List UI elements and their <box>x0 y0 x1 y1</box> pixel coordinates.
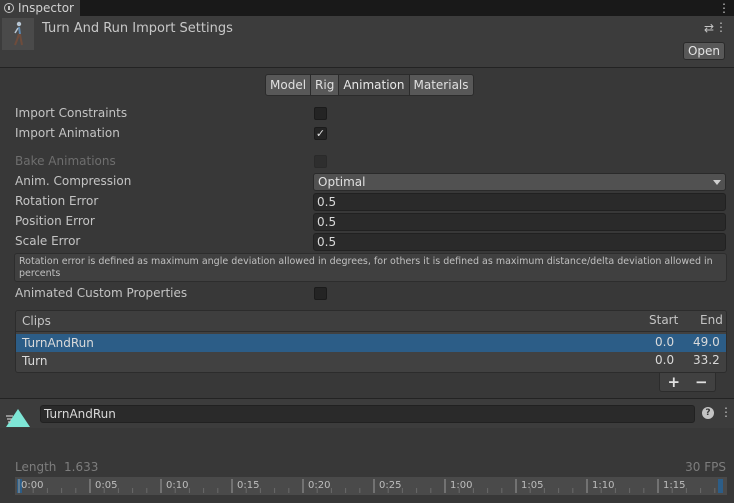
help-icon[interactable]: ? <box>702 407 714 419</box>
kebab-icon[interactable]: ⋮ <box>718 1 730 15</box>
inspector-tab[interactable]: Inspector <box>0 0 80 16</box>
chevron-down-icon <box>713 180 721 185</box>
timeline-label: 0:00 <box>21 480 44 491</box>
animation-clip-icon <box>5 407 31 432</box>
page-title: Turn And Run Import Settings <box>42 21 233 36</box>
import-constraints-label: Import Constraints <box>15 106 128 120</box>
clip-end: 33.2 <box>693 353 720 367</box>
import-constraints-row: Import Constraints <box>15 105 727 123</box>
clips-list: Clips Start End TurnAndRun 0.0 49.0 Turn… <box>15 310 727 373</box>
clip-row[interactable]: TurnAndRun 0.0 49.0 <box>16 334 726 352</box>
tab-animation[interactable]: Animation <box>338 74 410 96</box>
timeline-label: 0:20 <box>308 480 331 491</box>
animated-custom-properties-label: Animated Custom Properties <box>15 286 188 300</box>
remove-clip-button[interactable]: − <box>695 373 708 391</box>
inspector-header: Turn And Run Import Settings ⇄ ⋮ Open <box>0 16 734 68</box>
timeline-label: 1:00 <box>450 480 473 491</box>
clip-start: 0.0 <box>655 353 675 367</box>
clip-editor-header: TurnAndRun ? ⋮ <box>0 398 734 428</box>
import-animation-label: Import Animation <box>15 126 120 140</box>
rotation-error-row: Rotation Error 0.5 <box>15 193 727 211</box>
import-animation-checkbox[interactable]: ✓ <box>314 127 327 140</box>
anim-compression-label: Anim. Compression <box>15 174 132 188</box>
timeline-ruler[interactable]: 0:00 0:05 0:10 0:15 0:20 0:25 1:00 1:05 … <box>15 477 727 495</box>
bake-animations-checkbox <box>314 155 327 168</box>
add-clip-button[interactable]: + <box>667 373 680 391</box>
position-error-field[interactable]: 0.5 <box>313 213 726 231</box>
tab-materials[interactable]: Materials <box>408 74 474 96</box>
import-constraints-checkbox[interactable] <box>314 107 327 120</box>
animated-custom-properties-checkbox[interactable] <box>314 287 327 300</box>
length-row: Length 1.633 30 FPS <box>15 459 727 475</box>
character-figure-icon <box>14 21 23 46</box>
kebab-icon[interactable]: ⋮ <box>715 20 727 34</box>
fps-label: 30 FPS <box>685 460 726 474</box>
clips-header-start: Start <box>649 313 679 327</box>
timeline-label: 1:10 <box>592 480 615 491</box>
rotation-error-label: Rotation Error <box>15 194 99 208</box>
bake-animations-label: Bake Animations <box>15 154 116 168</box>
clip-name: TurnAndRun <box>22 336 94 350</box>
position-error-row: Position Error 0.5 <box>15 213 727 231</box>
timeline-label: 1:05 <box>521 480 544 491</box>
scale-error-row: Scale Error 0.5 <box>15 233 727 251</box>
import-tabs: Model Rig Animation Materials <box>265 74 474 96</box>
clip-name: Turn <box>22 354 48 368</box>
length-label: Length <box>15 460 57 474</box>
clip-end: 49.0 <box>693 335 720 349</box>
clip-row[interactable]: Turn 0.0 33.2 <box>16 352 726 370</box>
anim-compression-dropdown[interactable]: Optimal <box>313 173 726 191</box>
anim-compression-row: Anim. Compression Optimal <box>15 173 727 191</box>
timeline-ticks <box>15 477 727 495</box>
length-value: 1.633 <box>64 460 99 474</box>
clips-footer: + − <box>659 373 716 392</box>
clips-header-name: Clips <box>22 314 51 328</box>
tab-title: Inspector <box>18 1 74 15</box>
timeline-label: 0:05 <box>95 480 118 491</box>
bake-animations-row: Bake Animations <box>15 153 727 171</box>
timeline-end-marker[interactable] <box>718 479 723 493</box>
clips-header: Clips Start End <box>16 311 726 332</box>
scale-error-label: Scale Error <box>15 234 81 248</box>
window-tabstrip: Inspector ⋮ <box>0 0 734 16</box>
import-animation-row: Import Animation ✓ <box>15 125 727 143</box>
timeline-label: 0:15 <box>237 480 260 491</box>
info-icon <box>4 3 14 13</box>
timeline-label: 1:15 <box>663 480 686 491</box>
model-thumbnail <box>2 18 34 50</box>
clips-header-end: End <box>700 313 723 327</box>
timeline-label: 0:25 <box>379 480 402 491</box>
open-button[interactable]: Open <box>683 42 725 60</box>
clip-start: 0.0 <box>655 335 675 349</box>
rotation-error-field[interactable]: 0.5 <box>313 193 726 211</box>
error-help-box: Rotation error is defined as maximum ang… <box>14 253 727 282</box>
tab-model[interactable]: Model <box>265 74 312 96</box>
anim-compression-value: Optimal <box>318 175 366 189</box>
kebab-icon[interactable]: ⋮ <box>720 405 732 419</box>
sliders-icon[interactable]: ⇄ <box>704 21 714 35</box>
animated-custom-properties-row: Animated Custom Properties <box>15 285 727 303</box>
timeline-label: 0:10 <box>166 480 189 491</box>
tab-rig[interactable]: Rig <box>310 74 340 96</box>
position-error-label: Position Error <box>15 214 95 228</box>
clip-name-field[interactable]: TurnAndRun <box>40 405 695 423</box>
scale-error-field[interactable]: 0.5 <box>313 233 726 251</box>
